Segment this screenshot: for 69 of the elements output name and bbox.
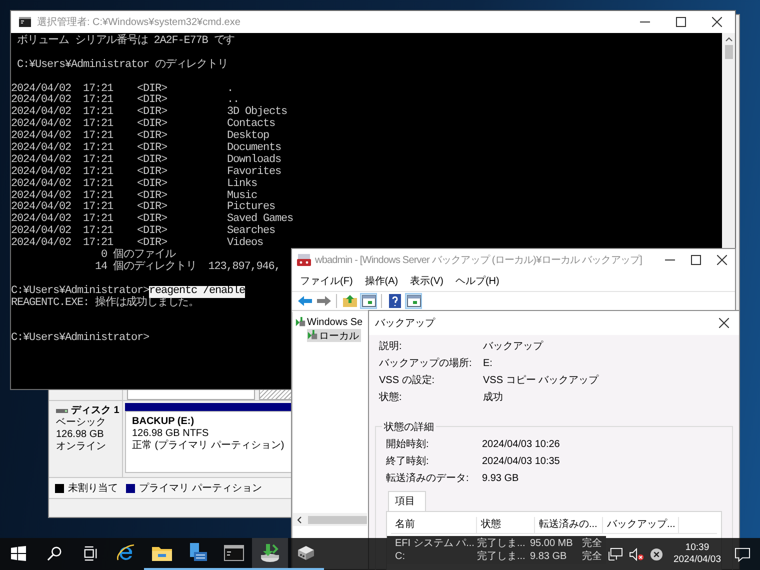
disk-type: ベーシック <box>56 417 106 429</box>
field-label: VSS の設定: <box>379 375 436 387</box>
partition-size: 126.98 GB NTFS <box>132 428 209 440</box>
console-line: 2024/04/02 17:21 <DIR> Searches <box>11 226 276 238</box>
menu-item[interactable]: ヘルプ(H) <box>455 274 500 288</box>
field-value: 成功 <box>483 392 504 404</box>
console-line: 2024/04/02 17:21 <DIR> Links <box>11 178 258 190</box>
table-cell-text: 95.00 MB <box>529 537 574 550</box>
console-line: 2024/04/02 17:21 <DIR> . <box>11 84 234 95</box>
console-line: 14 個のディレクトリ 123,897,946, <box>94 262 280 274</box>
table-cell-text: 完全 <box>581 537 602 550</box>
field-label: 説明: <box>379 341 403 353</box>
field-value: VSS コピー バックアップ <box>483 375 599 387</box>
partition-name: BACKUP (E:) <box>132 416 194 428</box>
console-line: 2024/04/02 17:21 <DIR> Saved Games <box>11 214 294 226</box>
disk-status: オンライン <box>56 441 106 453</box>
legend-label: 未割り当て <box>68 482 118 495</box>
console-line: 2024/04/02 17:21 <DIR> Contacts <box>11 119 276 130</box>
disk-size: 126.98 GB <box>56 429 104 441</box>
tree-item[interactable]: Windows Se <box>295 316 365 329</box>
console-line: 2024/04/02 17:21 <DIR> Videos <box>11 238 264 250</box>
table-cell-text: EFI システム パ... <box>394 537 473 550</box>
command-text: reagentc /enable <box>149 286 246 298</box>
field-value: E: <box>483 358 494 370</box>
console-line: ボリューム シリアル番号は 2A2F-E77B です <box>16 36 235 48</box>
column-header[interactable]: 名前 <box>391 517 477 533</box>
field-label: 開始時刻: <box>386 439 430 451</box>
field-value: バックアップ <box>483 341 544 353</box>
field-label: バックアップの場所: <box>379 358 473 370</box>
field-value: 2024/04/03 10:35 <box>482 456 560 468</box>
column-header[interactable]: 転送済みの... <box>535 517 603 533</box>
console-line: 2024/04/02 17:21 <DIR> Desktop <box>11 131 270 142</box>
table-cell-text: 完了しま... <box>476 537 526 550</box>
menu-item[interactable]: 操作(A) <box>364 274 398 288</box>
console-line: REAGENTC.EXE: 操作は成功しました。 <box>11 298 200 310</box>
console-line: 0 個のファイル <box>100 250 176 262</box>
field-label: 状態: <box>379 392 403 404</box>
command-prompt: C:¥Users¥Administrator> <box>11 286 150 297</box>
menu-item[interactable]: ファイル(F) <box>300 274 353 288</box>
tab[interactable]: 項目 <box>388 491 426 511</box>
console-line: 2024/04/02 17:21 <DIR> Pictures <box>11 202 276 214</box>
console-line: 2024/04/02 17:21 <DIR> Music <box>11 190 258 202</box>
field-value: 2024/04/03 10:26 <box>482 439 560 451</box>
table-cell-text: 完了しま... <box>476 550 526 563</box>
console-line: C:¥Users¥Administrator> <box>11 333 150 346</box>
group-title: 状態の詳細 <box>382 420 436 434</box>
console-line: 2024/04/02 17:21 <DIR> Downloads <box>11 154 282 166</box>
field-label: 終了時刻: <box>386 456 430 468</box>
field-value: 9.93 GB <box>482 473 520 485</box>
console-line: 2024/04/02 17:21 <DIR> Documents <box>11 143 282 154</box>
partition-status: 正常 (プライマリ パーティション) <box>132 440 284 452</box>
console-line: 2024/04/02 17:21 <DIR> .. <box>11 95 240 106</box>
window-title: wbadmin - [Windows Server バックアップ (ローカル)¥ローカル バックアップ] <box>315 254 642 267</box>
console-line: 2024/04/02 17:21 <DIR> Favorites <box>11 166 282 178</box>
console-line: 2024/04/02 17:21 <DIR> 3D Objects <box>11 107 288 118</box>
console-line: C:¥Users¥Administrator のディレクトリ <box>16 60 228 72</box>
table-cell-text: 9.83 GB <box>529 550 568 563</box>
table-cell-text: C: <box>394 550 406 563</box>
column-header[interactable]: 状態 <box>477 517 535 533</box>
window-title: 選択管理者: C:¥Windows¥system32¥cmd.exe <box>37 16 240 29</box>
dialog-title: バックアップ <box>375 316 435 330</box>
clock[interactable]: 10:39 2024/04/03 <box>673 542 721 566</box>
column-header[interactable]: バックアップ... <box>603 517 679 533</box>
table-cell-text: 完全 <box>581 550 602 563</box>
menu-item[interactable]: 表示(V) <box>410 274 444 288</box>
tree-item[interactable]: ローカル <box>307 329 361 342</box>
disk-name: ディスク 1 <box>71 405 120 417</box>
field-label: 転送済みのデータ: <box>386 473 470 485</box>
legend-label: プライマリ パーティション <box>139 482 262 495</box>
